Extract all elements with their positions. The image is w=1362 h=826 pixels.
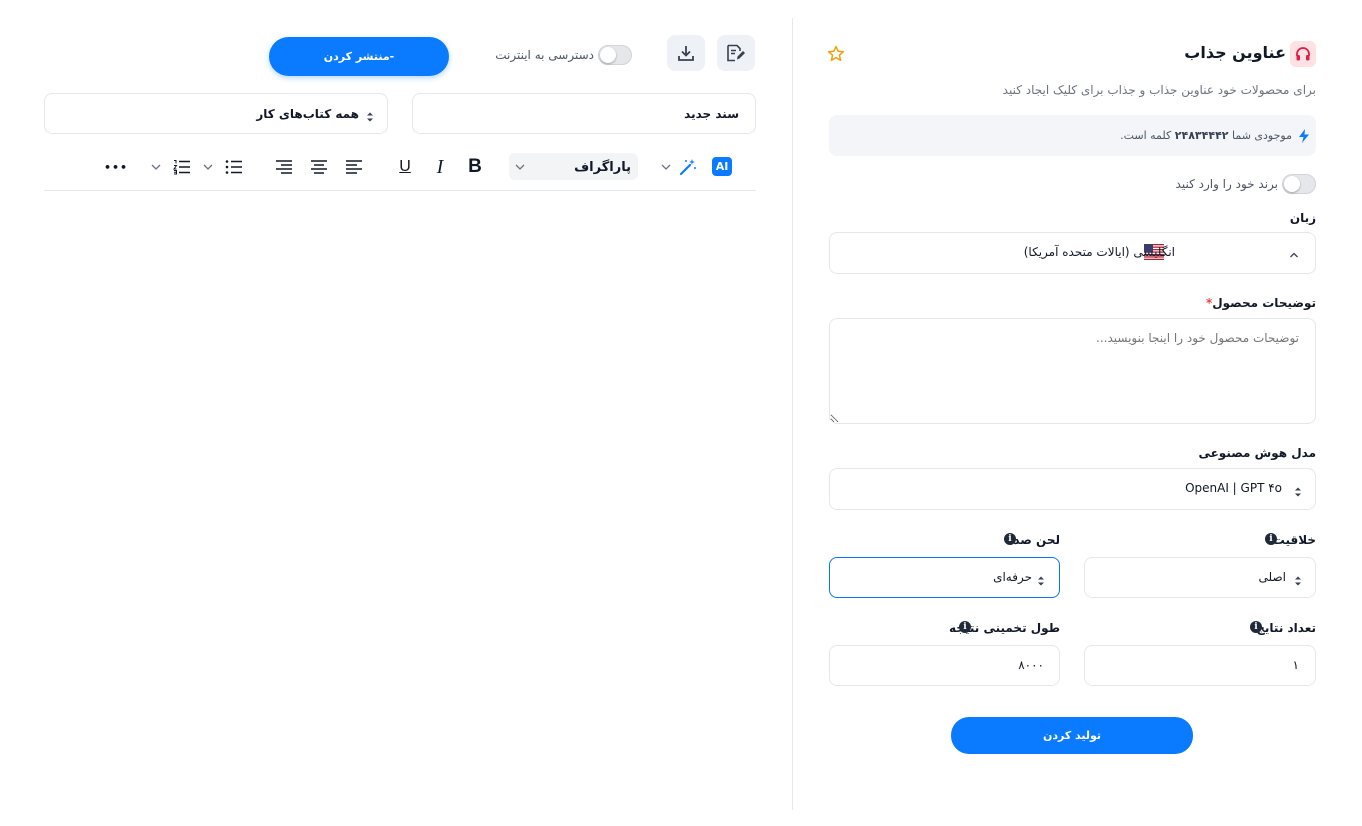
- bullet-list-icon[interactable]: [224, 157, 244, 177]
- panel-divider: [792, 18, 793, 810]
- info-icon[interactable]: i: [1004, 533, 1016, 545]
- results-count-label: تعداد نتایج: [1256, 621, 1316, 635]
- select-arrows-icon: [366, 108, 374, 122]
- creativity-label: خلاقیت: [1272, 533, 1316, 547]
- underline-button[interactable]: U: [395, 157, 415, 177]
- download-button[interactable]: [667, 35, 705, 71]
- info-icon[interactable]: i: [959, 621, 971, 633]
- estimated-length-value: ۸۰۰۰: [1018, 658, 1044, 672]
- ai-model-selected: OpenAI | GPT ۴o: [1185, 481, 1282, 495]
- product-description-input[interactable]: [829, 318, 1316, 424]
- ai-assistant-button[interactable]: AI: [712, 157, 732, 176]
- chevron-down-icon[interactable]: [148, 157, 164, 177]
- info-icon[interactable]: i: [1265, 533, 1277, 545]
- product-description-label: توضیحات محصول*: [1205, 296, 1316, 310]
- tone-selected: حرفه‌ای: [993, 570, 1032, 584]
- select-arrows-icon: [1037, 572, 1045, 586]
- balance-amount: ۲۴۸۳۴۴۴۲: [1174, 129, 1229, 142]
- editor-canvas[interactable]: [44, 192, 756, 802]
- internet-access-toggle[interactable]: [598, 45, 632, 65]
- document-name-value: سند جدید: [684, 107, 739, 121]
- toolbar-divider: [44, 190, 756, 191]
- chevron-down-icon: [512, 157, 528, 177]
- paragraph-style-selected: پاراگراف: [574, 160, 631, 175]
- align-right-icon[interactable]: [274, 157, 294, 177]
- internet-access-label: دسترسی به اینترنت: [495, 48, 594, 62]
- edit-document-button[interactable]: [717, 35, 755, 71]
- language-selected: انگلیسی (ایالات متحده آمریکا): [1023, 245, 1175, 259]
- align-center-icon[interactable]: [309, 157, 329, 177]
- creativity-selected: اصلی: [1258, 570, 1287, 584]
- star-icon[interactable]: [826, 44, 846, 64]
- align-left-icon[interactable]: [344, 157, 364, 177]
- numbered-list-icon[interactable]: [172, 157, 192, 177]
- generate-button[interactable]: تولید کردن: [951, 717, 1193, 754]
- page-subtitle: برای محصولات خود عناوین جذاب و جذاب برای…: [1002, 83, 1316, 97]
- download-icon: [678, 46, 694, 61]
- select-arrows-icon: [1294, 572, 1302, 586]
- balance-suffix: کلمه است.: [1120, 129, 1172, 142]
- brand-toggle-label: برند خود را وارد کنید: [1175, 177, 1278, 191]
- info-icon[interactable]: i: [1250, 621, 1262, 633]
- page-title: عناوین جذاب: [1184, 43, 1286, 62]
- publish-button[interactable]: منتشر کردن-: [269, 37, 449, 76]
- brand-toggle[interactable]: [1282, 174, 1316, 194]
- workbook-selected: همه کتاب‌های کار: [256, 107, 359, 121]
- magic-wand-icon[interactable]: [678, 157, 698, 177]
- language-label: زبان: [1289, 211, 1316, 225]
- ai-model-label: مدل هوش مصنوعی: [1198, 446, 1316, 460]
- bold-button[interactable]: B: [465, 156, 485, 177]
- italic-button[interactable]: I: [430, 156, 450, 178]
- chevron-down-icon[interactable]: [658, 157, 674, 177]
- select-arrows-icon: [1294, 483, 1302, 497]
- tone-label: لحن صدا: [1009, 533, 1060, 547]
- edit-document-icon: [727, 44, 745, 62]
- balance-prefix: موجودی شما: [1232, 129, 1292, 142]
- headphones-icon: [1290, 41, 1316, 67]
- results-count-input[interactable]: [1084, 645, 1316, 686]
- chevron-up-icon: [1288, 246, 1300, 258]
- results-count-value: ۱: [1292, 658, 1299, 672]
- bolt-icon: [1298, 128, 1310, 143]
- balance-text: موجودی شما ۲۴۸۳۴۴۴۲ کلمه است.: [1120, 129, 1292, 142]
- chevron-down-icon[interactable]: [200, 157, 216, 177]
- more-options-icon[interactable]: •••: [104, 157, 128, 177]
